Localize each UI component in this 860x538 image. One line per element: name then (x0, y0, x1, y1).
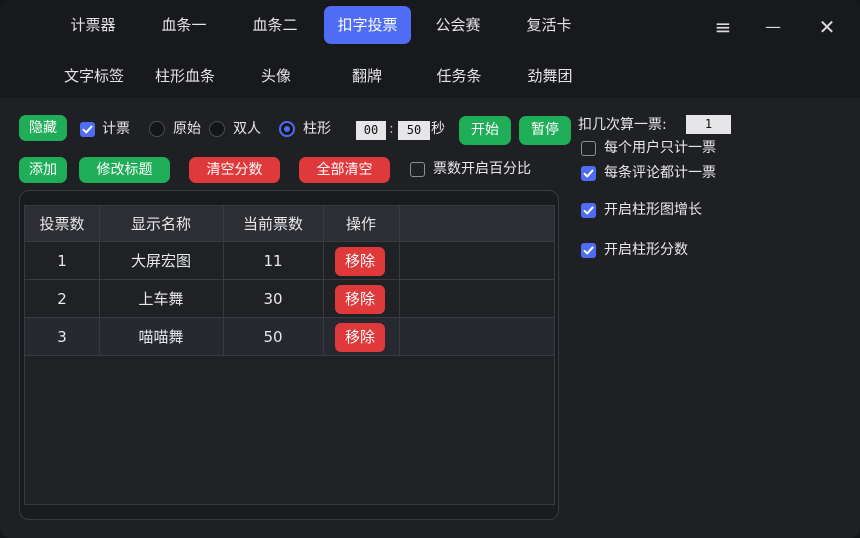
tab-task-bar[interactable]: 任务条 (420, 57, 498, 95)
row-current-votes: 30 (263, 290, 283, 308)
tab-bar: 计票器 血条一 血条二 扣字投票 公会赛 复活卡 文字标签 柱形血条 头像 翻牌… (0, 0, 860, 98)
per-comment-label: 每条评论都计一票 (604, 165, 716, 181)
table-header: 投票数 显示名称 当前票数 操作 (25, 206, 554, 242)
vote-table: 投票数 显示名称 当前票数 操作 1 大屏宏图 11 移除 2 上车舞 30 移… (24, 205, 555, 505)
tab-text-label[interactable]: 文字标签 (55, 57, 133, 95)
timer-seconds-input[interactable]: 50 (398, 121, 430, 140)
mode-double-label: 双人 (233, 121, 261, 137)
count-checkbox[interactable] (80, 122, 95, 137)
tab-dance-group[interactable]: 劲舞团 (511, 57, 589, 95)
row-vote-number: 2 (57, 290, 67, 308)
tab-flip-card[interactable]: 翻牌 (328, 57, 406, 95)
column-divider (399, 206, 400, 356)
tab-revive-card[interactable]: 复活卡 (511, 6, 587, 44)
per-vote-label: 扣几次算一票: (578, 117, 667, 133)
mode-original-label: 原始 (173, 121, 201, 137)
table-row: 1 大屏宏图 11 移除 (25, 242, 554, 280)
column-divider (223, 206, 224, 356)
row-display-name: 上车舞 (138, 290, 184, 308)
pause-button[interactable]: 暂停 (519, 116, 571, 145)
minimize-icon[interactable]: — (758, 12, 788, 42)
tab-vote-counter[interactable]: 计票器 (55, 6, 131, 44)
table-row: 2 上车舞 30 移除 (25, 280, 554, 318)
row-current-votes: 50 (263, 328, 283, 346)
check-icon (583, 246, 594, 255)
count-label: 计票 (102, 121, 130, 137)
tab-bar-health[interactable]: 柱形血条 (146, 57, 224, 95)
header-current-votes: 当前票数 (242, 215, 303, 233)
timer-separator: : (389, 121, 394, 137)
remove-button[interactable]: 移除 (335, 323, 385, 352)
row-display-name: 大屏宏图 (130, 252, 191, 270)
seconds-unit-label: 秒 (431, 121, 445, 137)
start-button[interactable]: 开始 (459, 116, 511, 145)
per-user-checkbox[interactable] (581, 141, 596, 156)
row-display-name: 喵喵舞 (138, 328, 184, 346)
menu-icon[interactable]: ≡ (708, 12, 738, 42)
percent-label: 票数开启百分比 (433, 161, 531, 177)
check-icon (583, 206, 594, 215)
bar-growth-checkbox[interactable] (581, 203, 596, 218)
header-action: 操作 (345, 215, 376, 233)
tab-guild-match[interactable]: 公会赛 (420, 6, 496, 44)
tab-health-bar-1[interactable]: 血条一 (146, 6, 222, 44)
row-vote-number: 3 (57, 328, 67, 346)
bar-growth-label: 开启柱形图增长 (604, 202, 702, 218)
clear-score-button[interactable]: 清空分数 (189, 157, 280, 183)
clear-all-button[interactable]: 全部清空 (299, 157, 390, 183)
close-icon[interactable]: ✕ (812, 12, 842, 42)
bar-score-checkbox[interactable] (581, 243, 596, 258)
per-user-label: 每个用户只计一票 (604, 140, 716, 156)
mode-bar-label: 柱形 (303, 121, 331, 137)
remove-button[interactable]: 移除 (335, 247, 385, 276)
tab-keyword-vote[interactable]: 扣字投票 (324, 6, 411, 44)
check-icon (82, 125, 93, 134)
row-vote-number: 1 (57, 252, 67, 270)
main-window: 计票器 血条一 血条二 扣字投票 公会赛 复活卡 文字标签 柱形血条 头像 翻牌… (0, 0, 860, 538)
per-vote-input[interactable]: 1 (686, 115, 731, 134)
per-comment-checkbox[interactable] (581, 166, 596, 181)
check-icon (583, 169, 594, 178)
edit-title-button[interactable]: 修改标题 (79, 157, 170, 183)
hide-button[interactable]: 隐藏 (19, 115, 67, 141)
add-button[interactable]: 添加 (19, 157, 67, 183)
column-divider (99, 206, 100, 356)
tab-health-bar-2[interactable]: 血条二 (237, 6, 313, 44)
row-current-votes: 11 (263, 252, 283, 270)
header-display-name: 显示名称 (130, 215, 191, 233)
column-divider (323, 206, 324, 356)
mode-double-radio[interactable] (209, 121, 225, 137)
mode-bar-radio[interactable] (279, 121, 295, 137)
tab-avatar[interactable]: 头像 (237, 57, 315, 95)
table-row: 3 喵喵舞 50 移除 (25, 318, 554, 356)
timer-minutes-input[interactable]: 00 (356, 121, 386, 140)
percent-checkbox[interactable] (410, 162, 425, 177)
mode-original-radio[interactable] (149, 121, 165, 137)
bar-score-label: 开启柱形分数 (604, 242, 688, 258)
header-vote-number: 投票数 (39, 215, 85, 233)
remove-button[interactable]: 移除 (335, 285, 385, 314)
